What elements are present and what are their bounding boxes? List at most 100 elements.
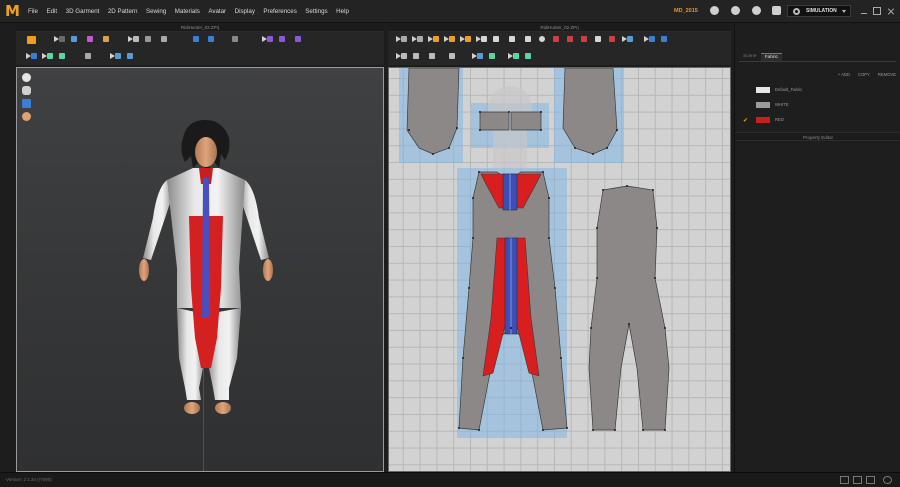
- garment-tool[interactable]: [192, 35, 204, 43]
- pin-tool[interactable]: [102, 35, 114, 43]
- menu-3d-garment[interactable]: 3D Garment: [66, 8, 100, 15]
- garment2-tool[interactable]: [207, 35, 219, 43]
- texture-tool[interactable]: [58, 52, 70, 60]
- cloth-tool[interactable]: [26, 52, 38, 60]
- measure-display-icon[interactable]: [22, 99, 31, 108]
- tab-scene[interactable]: Scene: [739, 53, 761, 61]
- menu-preferences[interactable]: Preferences: [263, 8, 296, 15]
- maximize-icon[interactable]: [873, 7, 881, 15]
- menu-materials[interactable]: Materials: [175, 8, 200, 15]
- menu-file[interactable]: File: [28, 8, 38, 15]
- polygon-tool[interactable]: [524, 35, 536, 43]
- avatar-measure-tool[interactable]: [231, 35, 243, 43]
- free-sewing-tool[interactable]: [660, 35, 672, 43]
- cloth2-tool[interactable]: [42, 52, 54, 60]
- rectangle-icon: [493, 36, 499, 42]
- graphic-tool[interactable]: [126, 52, 138, 60]
- seam-tool[interactable]: [476, 35, 488, 43]
- avatar-left-foot: [184, 402, 200, 414]
- shirt-display-icon[interactable]: [22, 73, 31, 82]
- layout-single-icon[interactable]: [840, 476, 849, 484]
- remove-fabric-button[interactable]: REMOVE: [878, 72, 896, 77]
- menu-help[interactable]: Help: [336, 8, 349, 15]
- rectangle-tool[interactable]: [492, 35, 504, 43]
- minimize-icon[interactable]: [860, 7, 868, 15]
- sewing-line-tool[interactable]: [608, 35, 620, 43]
- tape-edit-tool[interactable]: [294, 35, 306, 43]
- move-tool[interactable]: [144, 35, 156, 43]
- viewport-3d[interactable]: [16, 67, 384, 472]
- side-panel: Scene Fabric + ADD COPY REMOVE Default_F…: [734, 23, 900, 472]
- viewport-2d[interactable]: [388, 67, 731, 472]
- skin-display-icon[interactable]: [22, 112, 31, 121]
- segment-sewing-tool[interactable]: [644, 35, 656, 43]
- fabric-item[interactable]: WHITE: [735, 98, 900, 113]
- fabric-item[interactable]: ✔ RED: [735, 113, 900, 128]
- line-tool[interactable]: [262, 35, 274, 43]
- info-icon[interactable]: [752, 6, 761, 15]
- avatar-face: [195, 137, 217, 167]
- polygon-icon: [525, 36, 531, 42]
- fold-arrangement-tool[interactable]: [396, 52, 408, 60]
- internal-rect-tool[interactable]: [566, 35, 578, 43]
- edit-pattern-tool[interactable]: [412, 35, 424, 43]
- tab-fabric[interactable]: Fabric: [760, 53, 782, 61]
- menu-edit[interactable]: Edit: [46, 8, 57, 15]
- ruler-icon: [161, 36, 167, 42]
- avatar-display-icon[interactable]: [22, 86, 31, 95]
- cart-icon[interactable]: [772, 6, 781, 15]
- fabric-item[interactable]: Default_Fabric: [735, 83, 900, 98]
- edit-tool[interactable]: [110, 52, 122, 60]
- fold-tool[interactable]: [70, 35, 82, 43]
- user-icon[interactable]: [731, 6, 740, 15]
- tack-tool[interactable]: [86, 35, 98, 43]
- main-menu: File Edit 3D Garment 2D Pattern Sewing M…: [28, 0, 357, 23]
- add-fabric-button[interactable]: + ADD: [838, 72, 850, 77]
- select-pattern-tool[interactable]: [396, 35, 408, 43]
- texture-edit-tool[interactable]: [508, 52, 520, 60]
- tape-tool[interactable]: [278, 35, 290, 43]
- scissors-icon: [85, 53, 91, 59]
- scissor-tool[interactable]: [84, 52, 96, 60]
- menu-settings[interactable]: Settings: [305, 8, 327, 15]
- app-logo: M: [5, 2, 20, 20]
- tack-icon: [87, 36, 93, 42]
- texture-rotate-tool[interactable]: [524, 52, 536, 60]
- layout-2d-icon[interactable]: [866, 476, 875, 484]
- circle-tool[interactable]: [538, 35, 550, 43]
- dart-tool[interactable]: [552, 35, 564, 43]
- internal-circle-tool[interactable]: [580, 35, 592, 43]
- trim-tool[interactable]: [412, 52, 424, 60]
- grid-tool[interactable]: [488, 52, 500, 60]
- user-name[interactable]: MD_2015: [674, 8, 698, 14]
- edit-curve-tool[interactable]: [428, 35, 440, 43]
- menu-2d-pattern[interactable]: 2D Pattern: [108, 8, 138, 15]
- curvature-tool[interactable]: [460, 35, 472, 43]
- arrange-tool[interactable]: [128, 35, 140, 43]
- menu-avatar[interactable]: Avatar: [208, 8, 226, 15]
- simulation-mode-button[interactable]: SIMULATION: [787, 5, 851, 17]
- select-tool[interactable]: [54, 35, 66, 43]
- cut-tool[interactable]: [428, 52, 440, 60]
- curve-icon: [433, 36, 439, 42]
- add-point-tool[interactable]: [444, 35, 456, 43]
- length-tool[interactable]: [448, 52, 460, 60]
- sewing-point-tool[interactable]: [594, 35, 606, 43]
- menu-display[interactable]: Display: [235, 8, 255, 15]
- close-icon[interactable]: [887, 7, 895, 15]
- edit-icon: [115, 53, 121, 59]
- settings-icon[interactable]: [883, 476, 892, 484]
- measure-tool[interactable]: [160, 35, 172, 43]
- simulate-tool[interactable]: [26, 35, 38, 44]
- trim-icon: [413, 53, 419, 59]
- notch-tool[interactable]: [472, 52, 484, 60]
- layout-split-icon[interactable]: [853, 476, 862, 484]
- copy-fabric-button[interactable]: COPY: [858, 72, 870, 77]
- menu-sewing[interactable]: Sewing: [146, 8, 166, 15]
- sewing-icon: [609, 36, 615, 42]
- avatar-right-hand: [263, 259, 273, 281]
- shirt-icon: [71, 36, 77, 42]
- edit-sewing-tool[interactable]: [622, 35, 634, 43]
- sound-icon[interactable]: [710, 6, 719, 15]
- trace-tool[interactable]: [508, 35, 520, 43]
